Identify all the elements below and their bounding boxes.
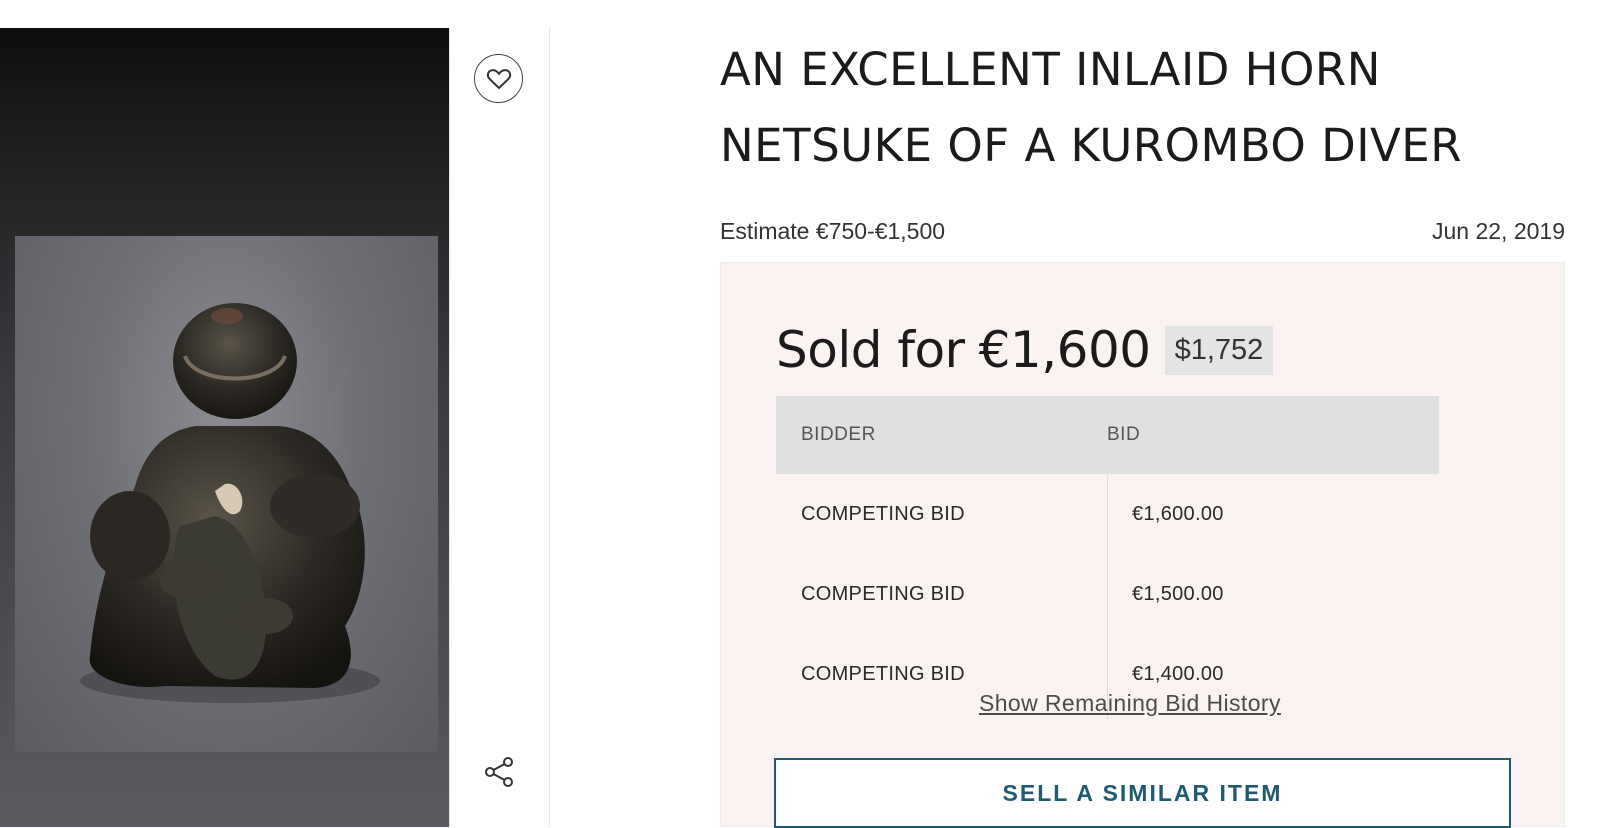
bidder-cell: COMPETING BID bbox=[801, 662, 965, 685]
table-row: COMPETING BID €1,600.00 bbox=[776, 474, 1439, 554]
bid-cell: €1,400.00 bbox=[1132, 662, 1224, 685]
show-bid-history-link[interactable]: Show Remaining Bid History bbox=[979, 690, 1281, 717]
sell-similar-item-button[interactable]: SELL A SIMILAR ITEM bbox=[774, 758, 1511, 828]
image-action-strip bbox=[449, 28, 550, 827]
product-image-panel[interactable] bbox=[0, 28, 449, 827]
sale-date: Jun 22, 2019 bbox=[1431, 217, 1565, 244]
product-image[interactable] bbox=[15, 236, 438, 752]
bid-cell: €1,500.00 bbox=[1132, 582, 1224, 605]
heart-icon bbox=[486, 68, 511, 89]
sold-price-line: Sold for €1,600 $1,752 bbox=[776, 321, 1274, 379]
usd-converted-badge: $1,752 bbox=[1164, 325, 1274, 375]
bid-history-table: BIDDER BID COMPETING BID €1,600.00 COMPE… bbox=[776, 396, 1439, 720]
share-icon bbox=[485, 757, 513, 787]
sold-amount: €1,600 bbox=[978, 321, 1151, 379]
sale-result-panel: Sold for €1,600 $1,752 BIDDER BID COMPETI… bbox=[720, 262, 1565, 828]
netsuke-figure-photo bbox=[80, 303, 380, 703]
header-bidder: BIDDER bbox=[801, 424, 876, 445]
table-row: COMPETING BID €1,500.00 bbox=[776, 554, 1439, 634]
estimate-text: Estimate €750-€1,500 bbox=[720, 217, 946, 244]
share-button[interactable] bbox=[480, 753, 518, 791]
bid-table-header: BIDDER BID bbox=[776, 396, 1439, 474]
bidder-cell: COMPETING BID bbox=[801, 582, 965, 605]
lot-title: AN EXCELLENT INLAID HORN NETSUKE OF A KU… bbox=[720, 43, 1462, 172]
header-bid: BID bbox=[1107, 424, 1141, 445]
sold-label: Sold for bbox=[776, 321, 965, 379]
bid-table-body: COMPETING BID €1,600.00 COMPETING BID €1… bbox=[776, 474, 1439, 720]
favorite-button[interactable] bbox=[474, 54, 523, 103]
lot-meta: Estimate €750-€1,500 Jun 22, 2019 bbox=[720, 216, 1565, 246]
sold-price: Sold for €1,600 bbox=[776, 321, 1151, 379]
bidder-cell: COMPETING BID bbox=[801, 502, 965, 525]
bid-cell: €1,600.00 bbox=[1132, 502, 1224, 525]
